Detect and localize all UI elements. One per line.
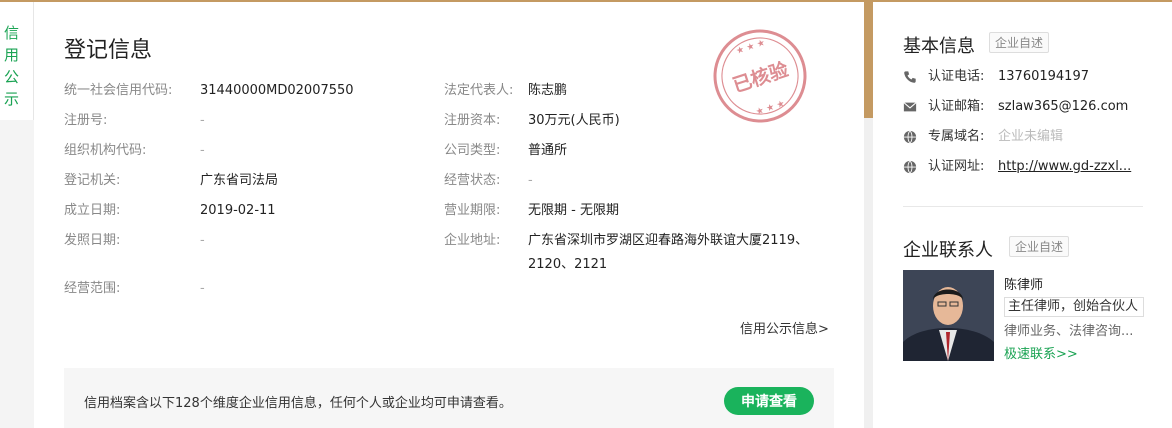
info-value: szlaw365@126.com bbox=[998, 99, 1129, 114]
field-value: - bbox=[200, 233, 205, 248]
phone-icon bbox=[904, 71, 916, 83]
info-label: 认证网址: bbox=[928, 159, 985, 174]
contact-business: 律师业务、法律咨询... bbox=[1004, 324, 1134, 339]
field-value: 广东省司法局 bbox=[200, 173, 279, 188]
tab-credit-publicity[interactable]: 信用公示 bbox=[0, 2, 34, 120]
field-label: 企业地址: bbox=[444, 233, 501, 248]
field-value-line1: 广东省深圳市罗湖区迎春路海外联谊大厦2119、 bbox=[528, 233, 809, 248]
registration-title: 登记信息 bbox=[64, 38, 153, 63]
field-label: 组织机构代码: bbox=[64, 143, 147, 158]
info-label: 认证邮箱: bbox=[928, 99, 985, 114]
info-label: 认证电话: bbox=[928, 69, 985, 84]
website-link[interactable]: http://www.gd-zzxl... bbox=[998, 158, 1138, 176]
basic-info-title: 基本信息 bbox=[903, 36, 975, 57]
svg-text:★ ★ ★: ★ ★ ★ bbox=[735, 38, 767, 57]
verified-stamp-icon: ★ ★ ★ ★ ★ ★ 已核验 bbox=[713, 29, 807, 123]
divider bbox=[903, 206, 1143, 207]
field-value-line2: 2120、2121 bbox=[528, 257, 608, 272]
stamp-text: 已核验 bbox=[730, 57, 792, 97]
field-label: 登记机关: bbox=[64, 173, 121, 188]
field-label: 注册资本: bbox=[444, 113, 501, 128]
self-declared-tag: 企业自述 bbox=[989, 32, 1050, 53]
contact-title: 企业联系人 bbox=[903, 240, 993, 261]
globe-icon bbox=[903, 160, 917, 174]
field-value: 无限期 - 无限期 bbox=[528, 203, 619, 218]
registration-panel: 登记信息 统一社会信用代码: 31440000MD02007550 注册号: -… bbox=[34, 2, 864, 428]
field-value: - bbox=[200, 113, 205, 128]
field-value: - bbox=[528, 173, 533, 188]
field-label: 经营范围: bbox=[64, 281, 121, 296]
sidebar: 基本信息 企业自述 认证电话: 13760194197 认证邮箱: szlaw3… bbox=[873, 2, 1172, 428]
field-label: 营业期限: bbox=[444, 203, 501, 218]
avatar bbox=[903, 270, 994, 361]
globe-icon bbox=[903, 130, 917, 144]
field-value: - bbox=[200, 143, 205, 158]
person-photo-icon bbox=[903, 270, 994, 361]
field-label: 公司类型: bbox=[444, 143, 501, 158]
field-value: 31440000MD02007550 bbox=[200, 83, 354, 98]
quick-contact-link[interactable]: 极速联系>> bbox=[1004, 343, 1078, 362]
info-value: 企业未编辑 bbox=[998, 129, 1064, 144]
contact-name: 陈律师 bbox=[1004, 278, 1044, 293]
field-label: 法定代表人: bbox=[444, 83, 514, 98]
field-label: 统一社会信用代码: bbox=[64, 83, 173, 98]
field-label: 经营状态: bbox=[444, 173, 501, 188]
credit-publicity-link[interactable]: 信用公示信息> bbox=[740, 318, 829, 337]
info-label: 专属域名: bbox=[928, 129, 985, 144]
scrollbar-thumb[interactable] bbox=[864, 2, 873, 118]
field-value: 陈志鹏 bbox=[528, 83, 568, 98]
field-label: 注册号: bbox=[64, 113, 108, 128]
apply-view-button[interactable]: 申请查看 bbox=[724, 387, 814, 415]
contact-role: 主任律师，创始合伙人 bbox=[1004, 297, 1144, 317]
mail-icon bbox=[903, 102, 917, 112]
field-value: 普通所 bbox=[528, 143, 568, 158]
tab-credit-publicity-label: 信用公示 bbox=[4, 24, 20, 108]
credit-archive-banner: 信用档案含以下128个维度企业信用信息，任何个人或企业均可申请查看。 申请查看 bbox=[64, 368, 834, 428]
field-value: - bbox=[200, 281, 205, 296]
info-value: 13760194197 bbox=[998, 69, 1089, 84]
field-label: 成立日期: bbox=[64, 203, 121, 218]
field-value: 30万元(人民币) bbox=[528, 113, 620, 128]
banner-text: 信用档案含以下128个维度企业信用信息，任何个人或企业均可申请查看。 bbox=[84, 396, 512, 411]
self-declared-tag: 企业自述 bbox=[1009, 236, 1070, 257]
field-value: 2019-02-11 bbox=[200, 203, 276, 218]
field-label: 发照日期: bbox=[64, 233, 121, 248]
